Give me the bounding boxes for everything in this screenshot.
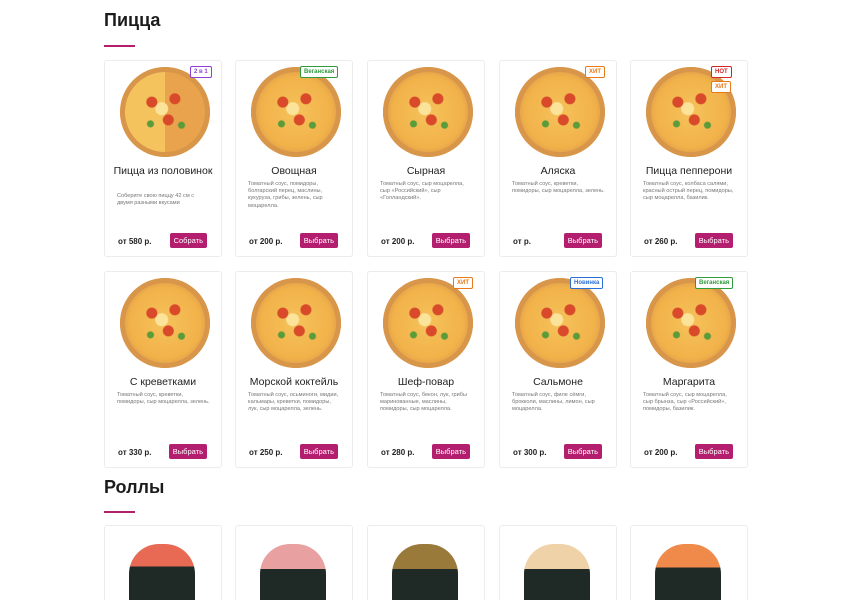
product-name[interactable]: С креветками (109, 376, 217, 389)
product-card[interactable]: Морской коктейль Томатный соус, осьминог… (235, 271, 353, 468)
product-card[interactable] (104, 525, 222, 600)
product-card[interactable]: Веганская Овощная Томатный соус, помидор… (235, 60, 353, 257)
pizza-image (120, 67, 210, 157)
choose-button[interactable]: Выбрать (431, 444, 470, 459)
product-card[interactable]: HOT ХИТ Пицца пепперони Томатный соус, к… (630, 60, 748, 257)
section-underline (104, 45, 135, 47)
roll-image (260, 544, 326, 600)
product-description: Томатный соус, помидоры, болгарский пере… (248, 181, 323, 209)
pizza-image (515, 278, 605, 368)
product-price: от 330 р. (118, 448, 152, 457)
badge-hit: ХИТ (711, 81, 731, 93)
pizza-image (646, 278, 736, 368)
choose-button[interactable]: Выбрать (299, 444, 338, 459)
pizza-image (383, 278, 473, 368)
product-card[interactable] (235, 525, 353, 600)
badge-hit: ХИТ (453, 277, 473, 289)
badge-two-in-one: 2 в 1 (190, 66, 212, 78)
choose-button[interactable]: Выбрать (563, 444, 602, 459)
badge-hit: ХИТ (585, 66, 605, 78)
product-description: Томатный соус, креветки, помидоры, сыр м… (512, 181, 605, 195)
product-name[interactable]: Сырная (372, 165, 480, 178)
assemble-button[interactable]: Собрать (169, 233, 207, 248)
product-card[interactable] (499, 525, 617, 600)
product-price: от 200 р. (249, 237, 283, 246)
pizza-image (251, 278, 341, 368)
choose-button[interactable]: Выбрать (563, 233, 602, 248)
product-card[interactable] (630, 525, 748, 600)
product-price: от 300 р. (513, 448, 547, 457)
product-description: Томатный соус, филе сёмги, брокколи, мас… (512, 392, 595, 413)
section-title-pizza: Пицца (104, 10, 161, 30)
badge-vegan: Веганская (695, 277, 734, 289)
badge-new: Новинка (570, 277, 604, 289)
product-card[interactable]: 2 в 1 Пицца из половинок Соберите свою п… (104, 60, 222, 257)
pizza-image (383, 67, 473, 157)
product-name[interactable]: Маргарита (635, 376, 743, 389)
product-price: от 200 р. (381, 237, 415, 246)
choose-button[interactable]: Выбрать (168, 444, 207, 459)
product-description: Томатный соус, бекон, лук, грибы маринов… (380, 392, 468, 413)
product-card[interactable]: Веганская Маргарита Томатный соус, сыр м… (630, 271, 748, 468)
product-name[interactable]: Сальмоне (504, 376, 612, 389)
product-description: Томатный соус, колбаса салями, красный о… (643, 181, 734, 202)
badge-hot: HOT (711, 66, 732, 78)
pizza-image (515, 67, 605, 157)
product-price: от р. (513, 237, 531, 246)
product-name[interactable]: Овощная (240, 165, 348, 178)
pizza-image (251, 67, 341, 157)
product-price: от 200 р. (644, 448, 678, 457)
choose-button[interactable]: Выбрать (431, 233, 470, 248)
choose-button[interactable]: Выбрать (694, 233, 733, 248)
product-description: Томатный соус, сыр моцарелла, сыр брынза… (643, 392, 727, 413)
badge-vegan: Веганская (300, 66, 339, 78)
product-name[interactable]: Аляска (504, 165, 612, 178)
section-underline (104, 511, 135, 513)
roll-image (392, 544, 458, 600)
roll-image (524, 544, 590, 600)
product-price: от 260 р. (644, 237, 678, 246)
product-description: Соберите свою пиццу 42 см с двумя разным… (117, 193, 195, 207)
choose-button[interactable]: Выбрать (299, 233, 338, 248)
product-price: от 280 р. (381, 448, 415, 457)
product-card[interactable]: С креветками Томатный соус, креветки, по… (104, 271, 222, 468)
product-card[interactable]: ХИТ Шеф-повар Томатный соус, бекон, лук,… (367, 271, 485, 468)
product-price: от 580 р. (118, 237, 152, 246)
product-name[interactable]: Шеф-повар (372, 376, 480, 389)
product-description: Томатный соус, осьминоги, мидии, кальмар… (248, 392, 339, 413)
roll-image (129, 544, 195, 600)
choose-button[interactable]: Выбрать (694, 444, 733, 459)
product-card[interactable] (367, 525, 485, 600)
product-card[interactable]: Новинка Сальмоне Томатный соус, филе сём… (499, 271, 617, 468)
section-title-rolls: Роллы (104, 477, 165, 497)
product-description: Томатный соус, сыр моцарелла, сыр «Росси… (380, 181, 464, 202)
product-name[interactable]: Морской коктейль (240, 376, 348, 389)
product-card[interactable]: ХИТ Аляска Томатный соус, креветки, поми… (499, 60, 617, 257)
roll-image (655, 544, 721, 600)
product-name[interactable]: Пицца из половинок (109, 165, 217, 178)
product-card[interactable]: Сырная Томатный соус, сыр моцарелла, сыр… (367, 60, 485, 257)
product-name[interactable]: Пицца пепперони (635, 165, 743, 178)
product-description: Томатный соус, креветки, помидоры, сыр м… (117, 392, 210, 406)
product-price: от 250 р. (249, 448, 283, 457)
pizza-image (120, 278, 210, 368)
